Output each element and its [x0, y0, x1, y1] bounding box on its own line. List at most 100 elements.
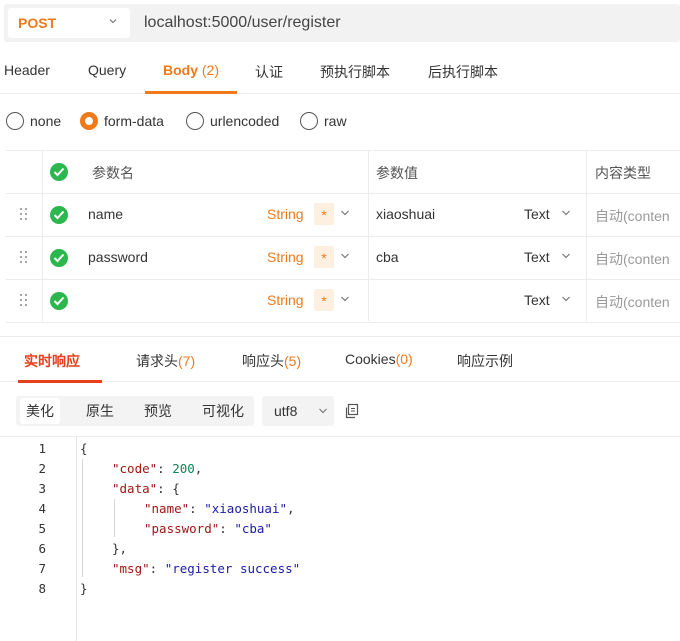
code-line: "password": "cba"	[144, 521, 272, 536]
method-select[interactable]: POST	[8, 8, 130, 38]
tab-pre-script[interactable]: 预执行脚本	[320, 62, 390, 82]
json-value: "register success"	[164, 561, 301, 576]
param-name-input[interactable]: name	[88, 206, 123, 222]
params-table: 参数名 参数值 内容类型 name String * xiaoshuai Tex…	[6, 150, 680, 323]
gutter-divider	[76, 436, 77, 641]
param-type-select[interactable]: String	[267, 249, 304, 265]
line-number: 3	[38, 481, 46, 496]
drag-handle-icon[interactable]	[20, 207, 30, 221]
param-type-select[interactable]: String	[267, 292, 304, 308]
content-type-input[interactable]: 自动(conten	[595, 206, 670, 226]
radio-form-data[interactable]: form-data	[80, 112, 164, 130]
tab-request-headers-count: (7)	[178, 353, 196, 369]
radio-none[interactable]: none	[6, 112, 61, 130]
chevron-down-icon[interactable]	[340, 252, 350, 260]
required-marker[interactable]: *	[314, 289, 334, 311]
encoding-label: utf8	[274, 403, 298, 419]
tab-response-headers[interactable]: 响应头(5)	[242, 351, 301, 371]
json-key: "name"	[144, 501, 190, 516]
chevron-down-icon	[319, 408, 327, 414]
tab-body-count: (2)	[201, 62, 220, 78]
param-name-input[interactable]: password	[88, 249, 148, 265]
tab-body[interactable]: Body (2)	[163, 62, 219, 78]
code-line: "code": 200,	[112, 461, 203, 476]
value-type-select[interactable]: Text	[524, 206, 550, 222]
tab-header[interactable]: Header	[4, 62, 50, 78]
radio-label: form-data	[104, 113, 164, 129]
view-preview-button[interactable]: 预览	[138, 396, 178, 426]
response-tabs: 实时响应 请求头(7) 响应头(5) Cookies(0) 响应示例	[0, 336, 680, 383]
tab-cookies[interactable]: Cookies(0)	[345, 351, 413, 367]
radio-raw[interactable]: raw	[300, 112, 347, 130]
code-line: },	[112, 541, 128, 556]
tab-request-headers[interactable]: 请求头(7)	[136, 351, 195, 371]
select-all-checkbox[interactable]	[50, 163, 68, 181]
radio-label: raw	[324, 113, 347, 129]
json-key: "code"	[112, 461, 158, 476]
tab-body-label: Body	[163, 62, 198, 78]
param-value-input[interactable]: xiaoshuai	[376, 206, 435, 222]
chevron-down-icon[interactable]	[561, 295, 571, 303]
json-key: "password"	[144, 521, 220, 536]
response-body-viewer[interactable]	[0, 436, 680, 641]
chevron-down-icon[interactable]	[561, 252, 571, 260]
chevron-down-icon[interactable]	[340, 209, 350, 217]
json-key: "msg"	[112, 561, 150, 576]
column-divider	[586, 150, 587, 321]
code-line: "data": {	[112, 481, 180, 496]
header-param-value: 参数值	[376, 165, 418, 181]
url-bar: POST localhost:5000/user/register	[4, 4, 680, 42]
radio-circle	[300, 112, 318, 130]
method-label: POST	[18, 15, 57, 31]
json-value: "cba"	[234, 521, 272, 536]
check-icon	[53, 167, 65, 177]
radio-label: none	[30, 113, 62, 129]
code-line: "msg": "register success"	[112, 561, 301, 576]
required-marker[interactable]: *	[314, 203, 334, 225]
row-checkbox[interactable]	[50, 206, 68, 224]
encoding-select[interactable]: utf8	[262, 396, 334, 426]
url-input[interactable]: localhost:5000/user/register	[144, 14, 341, 32]
active-tab-underline	[145, 91, 237, 94]
tab-auth[interactable]: 认证	[255, 62, 283, 82]
row-checkbox[interactable]	[50, 292, 68, 310]
chevron-down-icon[interactable]	[561, 209, 571, 217]
tab-live-response[interactable]: 实时响应	[24, 351, 80, 371]
line-number: 7	[38, 561, 46, 576]
view-pretty-button[interactable]: 美化	[20, 398, 60, 424]
tab-post-script[interactable]: 后执行脚本	[428, 62, 498, 82]
table-row: name String * xiaoshuai Text 自动(conten	[6, 194, 680, 237]
tab-cookies-count: (0)	[395, 351, 413, 367]
value-type-select[interactable]: Text	[524, 249, 550, 265]
content-type-input[interactable]: 自动(conten	[595, 292, 670, 312]
radio-urlencoded[interactable]: urlencoded	[186, 112, 279, 130]
drag-handle-icon[interactable]	[20, 293, 30, 307]
chevron-down-icon[interactable]	[340, 295, 350, 303]
view-raw-button[interactable]: 原生	[80, 396, 120, 426]
value-type-select[interactable]: Text	[524, 292, 550, 308]
check-icon	[53, 253, 65, 263]
content-type-input[interactable]: 自动(conten	[595, 249, 670, 269]
column-divider	[42, 150, 43, 321]
view-visualize-button[interactable]: 可视化	[196, 396, 250, 426]
param-type-select[interactable]: String	[267, 206, 304, 222]
tab-response-examples[interactable]: 响应示例	[457, 351, 513, 371]
copy-icon[interactable]	[344, 403, 360, 419]
view-toolbar: 美化 原生 预览 可视化 utf8	[16, 396, 680, 426]
table-header-row: 参数名 参数值 内容类型	[6, 151, 680, 194]
radio-circle	[186, 112, 204, 130]
drag-handle-icon[interactable]	[20, 250, 30, 264]
line-number: 8	[38, 581, 46, 596]
row-checkbox[interactable]	[50, 249, 68, 267]
line-number: 2	[38, 461, 46, 476]
tab-response-headers-label: 响应头	[242, 353, 284, 369]
indent-guide	[82, 459, 83, 577]
request-tabs: Header Query Body (2) 认证 预执行脚本 后执行脚本	[0, 50, 680, 94]
radio-circle-selected	[80, 112, 98, 130]
tab-response-headers-count: (5)	[284, 353, 302, 369]
tab-query[interactable]: Query	[88, 62, 126, 78]
body-type-radios: none form-data urlencoded raw	[0, 110, 680, 134]
required-marker[interactable]: *	[314, 246, 334, 268]
radio-circle	[6, 112, 24, 130]
param-value-input[interactable]: cba	[376, 249, 399, 265]
